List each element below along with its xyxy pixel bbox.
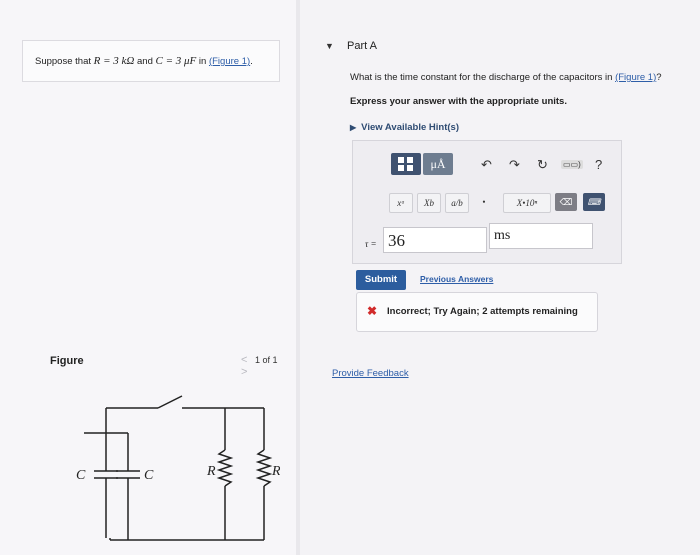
- keypad-toggle-button[interactable]: ⌨: [583, 193, 605, 211]
- view-hints-link[interactable]: ▶ View Available Hint(s): [350, 122, 459, 133]
- part-header[interactable]: ▼ Part A: [325, 40, 377, 52]
- unit-input[interactable]: ms: [489, 223, 593, 249]
- reset-icon[interactable]: ↻: [537, 157, 548, 173]
- help-icon[interactable]: ?: [595, 157, 602, 172]
- instruction-text: Express your answer with the appropriate…: [350, 96, 567, 107]
- capacitance-value: C = 3 μF: [155, 55, 197, 67]
- capacitor-label-right: C: [144, 468, 154, 483]
- triangle-down-icon[interactable]: ▼: [325, 41, 334, 51]
- submit-button[interactable]: Submit: [356, 270, 406, 290]
- templates-button[interactable]: [391, 153, 421, 175]
- templates-icon: [398, 157, 413, 171]
- switch: [157, 395, 183, 409]
- subscript-button[interactable]: Xb: [417, 193, 441, 213]
- feedback-message: ✖ Incorrect; Try Again; 2 attempts remai…: [356, 292, 598, 332]
- keypad-icon: ⌨: [587, 197, 601, 207]
- problem-suffix: .: [250, 56, 253, 67]
- figure-link[interactable]: (Figure 1): [209, 56, 250, 67]
- figure-page-count: 1 of 1: [254, 355, 278, 365]
- question-body: What is the time constant for the discha…: [350, 72, 613, 83]
- delete-button[interactable]: ⌫: [555, 193, 577, 211]
- x-icon: ✖: [367, 304, 378, 318]
- triangle-right-icon: ▶: [350, 123, 357, 132]
- capacitor-label-left: C: [76, 468, 86, 483]
- keyboard-icon[interactable]: ▭▭): [561, 160, 583, 169]
- question-figure-link[interactable]: (Figure 1): [615, 72, 656, 83]
- problem-in: in: [198, 56, 207, 67]
- feedback-text: Incorrect; Try Again; 2 attempts remaini…: [387, 306, 578, 317]
- resistor-label-left: R: [206, 464, 216, 479]
- units-button[interactable]: μÅ: [423, 153, 453, 175]
- redo-icon[interactable]: ↷: [509, 157, 520, 173]
- figure-pager: < 1 of 1 >: [236, 354, 296, 378]
- fraction-button[interactable]: a/b: [445, 193, 469, 213]
- value-input[interactable]: 36: [383, 227, 487, 253]
- problem-and: and: [137, 56, 153, 67]
- resistor-label-right: R: [271, 464, 280, 479]
- resistance-value: R = 3 kΩ: [93, 55, 135, 67]
- part-title: Part A: [346, 40, 377, 52]
- previous-answers-link[interactable]: Previous Answers: [420, 274, 493, 284]
- problem-statement: Suppose that R = 3 kΩ and C = 3 μF in (F…: [35, 55, 253, 67]
- figure-label: Figure: [50, 355, 84, 367]
- next-figure-button[interactable]: >: [241, 366, 247, 378]
- answer-variable: τ =: [365, 239, 377, 249]
- undo-icon[interactable]: ↶: [481, 157, 492, 173]
- scientific-notation-button[interactable]: X•10ⁿ: [503, 193, 551, 213]
- prev-figure-button[interactable]: <: [241, 354, 247, 366]
- answer-box: μÅ ↶ ↷ ↻ ▭▭) ? xᵃ Xb a/b • X•10ⁿ ⌫ ⌨ τ =…: [352, 140, 622, 264]
- superscript-button[interactable]: xᵃ: [389, 193, 413, 213]
- problem-prefix: Suppose that: [35, 56, 91, 67]
- problem-panel: Suppose that R = 3 kΩ and C = 3 μF in (F…: [0, 0, 296, 555]
- problem-statement-box: Suppose that R = 3 kΩ and C = 3 μF in (F…: [22, 40, 280, 82]
- circuit-diagram: C C R R: [76, 395, 280, 541]
- question-text: What is the time constant for the discha…: [350, 72, 662, 83]
- provide-feedback-link[interactable]: Provide Feedback: [332, 368, 409, 379]
- dot-button[interactable]: •: [477, 193, 491, 211]
- hints-label: View Available Hint(s): [361, 122, 459, 133]
- question-suffix: ?: [656, 72, 662, 83]
